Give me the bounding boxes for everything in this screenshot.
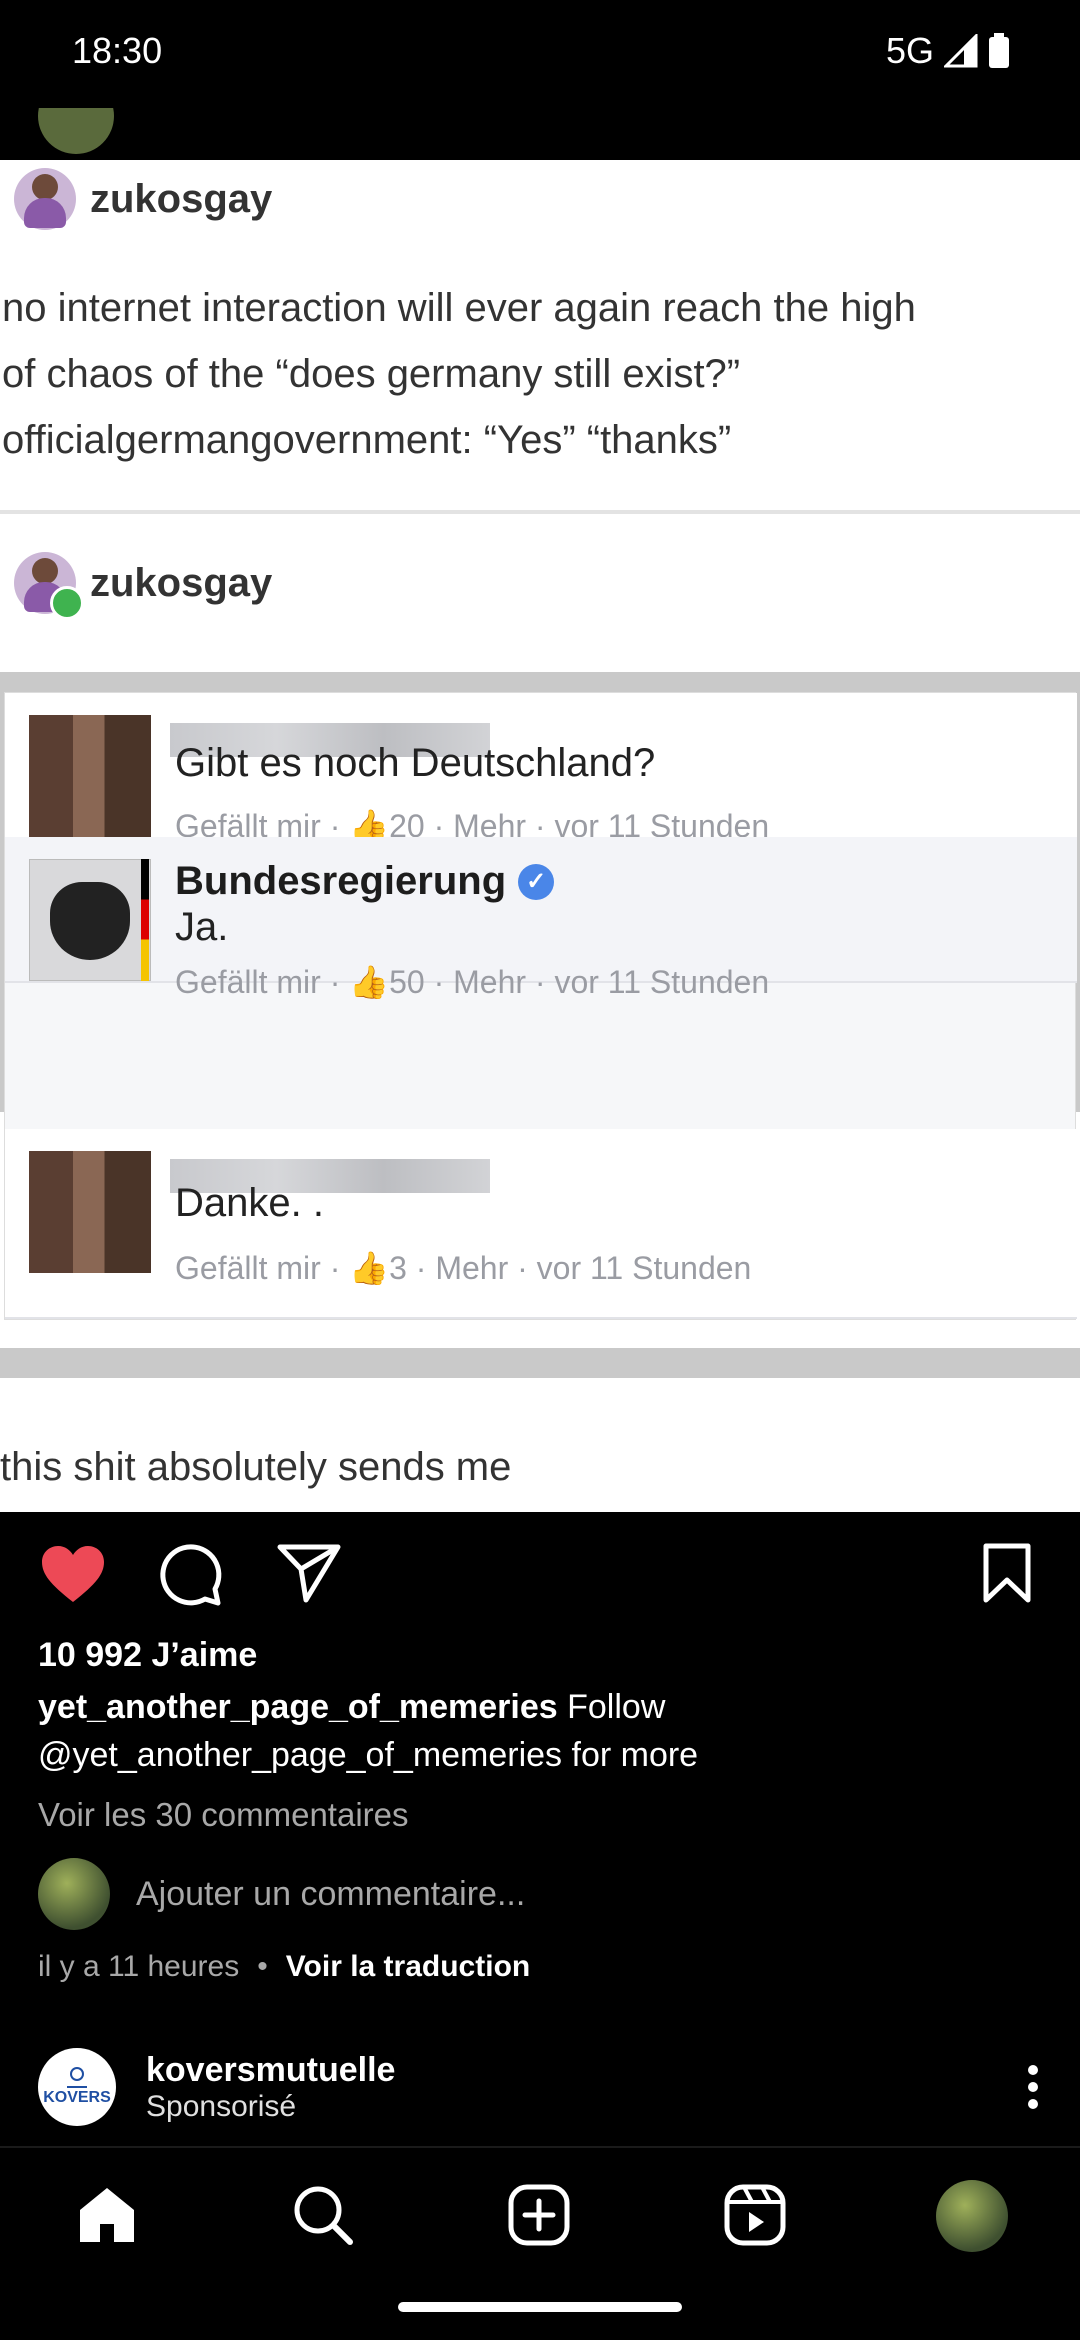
- likes-count[interactable]: 10 992 J’aime: [38, 1636, 257, 1675]
- sponsored-label: Sponsorisé: [146, 2089, 297, 2123]
- commenter-name-label: Bundesregierung: [175, 859, 507, 903]
- avatar[interactable]: [38, 108, 114, 154]
- share-send-icon[interactable]: [276, 1542, 342, 1604]
- tumblr-username: zukosgay: [90, 176, 273, 221]
- comment-text: Danke. .: [175, 1181, 324, 1225]
- reels-icon[interactable]: [724, 2184, 786, 2246]
- eagle-icon: [50, 882, 130, 960]
- more-options-icon[interactable]: [1026, 2064, 1040, 2110]
- caption-text: Follow: [557, 1688, 666, 1726]
- status-icons: 5G: [886, 30, 1010, 72]
- like-heart-icon[interactable]: [40, 1544, 106, 1604]
- profile-picture: [29, 715, 151, 837]
- sponsor-text: koversmutuelle Sponsorisé: [146, 2051, 395, 2124]
- caption-text-line-2: @yet_another_page_of_memeries for more: [38, 1736, 699, 1774]
- sponsored-post-header[interactable]: KOVERS koversmutuelle Sponsorisé: [38, 2048, 395, 2126]
- screenshot-border: [0, 1348, 1080, 1378]
- comment-text: Ja.: [175, 905, 229, 949]
- comment-icon[interactable]: [158, 1542, 224, 1608]
- previous-post-header: [0, 108, 1080, 160]
- add-comment-input[interactable]: Ajouter un commentaire...: [136, 1875, 525, 1914]
- network-label: 5G: [885, 30, 934, 71]
- profile-picture: [29, 1151, 151, 1273]
- reblog-icon: [50, 586, 84, 620]
- bookmark-icon[interactable]: [982, 1542, 1032, 1604]
- status-bar: 18:30 5G: [0, 0, 1080, 108]
- divider: [0, 510, 1080, 514]
- post-caption: yet_another_page_of_memeries Follow: [38, 1688, 665, 1727]
- view-comments-link[interactable]: Voir les 30 commentaires: [38, 1796, 409, 1834]
- avatar: [38, 1858, 110, 1930]
- fb-comment: Danke. . Gefällt mir · 👍3 · Mehr · vor 1…: [5, 1129, 1077, 1319]
- commenter-name: Bundesregierung ✓: [175, 859, 555, 904]
- kovers-logo-text: KOVERS: [43, 2089, 111, 2106]
- image-caption: this shit absolutely sends me: [0, 1445, 512, 1489]
- comment-meta: Gefällt mir · 👍3 · Mehr · vor 11 Stunden: [175, 1250, 752, 1286]
- german-flag-icon: [141, 859, 149, 981]
- tumblr-avatar: [14, 168, 76, 230]
- tumblr-avatar: [14, 552, 84, 620]
- see-translation-link[interactable]: Voir la traduction: [286, 1950, 530, 1984]
- status-time: 18:30: [72, 30, 163, 71]
- battery-icon: [989, 33, 1009, 68]
- verified-icon: ✓: [518, 863, 555, 900]
- create-post-icon[interactable]: [508, 2184, 570, 2246]
- profile-picture: [29, 859, 151, 981]
- tumblr-post-text: no internet interaction will ever again …: [2, 286, 916, 462]
- home-icon[interactable]: [76, 2184, 138, 2244]
- tumblr-user-row: zukosgay: [14, 168, 272, 230]
- home-indicator[interactable]: [398, 2302, 682, 2312]
- tumblr-username: zukosgay: [90, 560, 273, 605]
- post-image[interactable]: zukosgay no internet interaction will ev…: [0, 160, 1080, 1512]
- sponsor-avatar[interactable]: KOVERS: [38, 2048, 116, 2126]
- add-comment-row[interactable]: Ajouter un commentaire...: [38, 1858, 525, 1930]
- fb-comment: Bundesregierung ✓ Ja. Gefällt mir · 👍50 …: [5, 837, 1077, 1000]
- post-timestamp-row: il y a 11 heures • Voir la traduction: [38, 1950, 530, 1984]
- sponsor-name[interactable]: koversmutuelle: [146, 2051, 395, 2090]
- tumblr-user-row-reblog: zukosgay: [14, 552, 273, 620]
- caption-username[interactable]: yet_another_page_of_memeries: [38, 1688, 558, 1726]
- search-icon[interactable]: [292, 2184, 354, 2246]
- comment-text: Gibt es noch Deutschland?: [175, 741, 656, 785]
- post-timestamp: il y a 11 heures: [38, 1950, 240, 1983]
- signal-icon: [944, 34, 978, 68]
- separator-dot: •: [257, 1950, 268, 1983]
- profile-avatar[interactable]: [936, 2180, 1008, 2252]
- kovers-logo-icon: [67, 2067, 87, 2088]
- comment-meta: Gefällt mir · 👍50 · Mehr · vor 11 Stunde…: [175, 964, 770, 1000]
- facebook-comments: Gibt es noch Deutschland? Gefällt mir · …: [4, 692, 1077, 1320]
